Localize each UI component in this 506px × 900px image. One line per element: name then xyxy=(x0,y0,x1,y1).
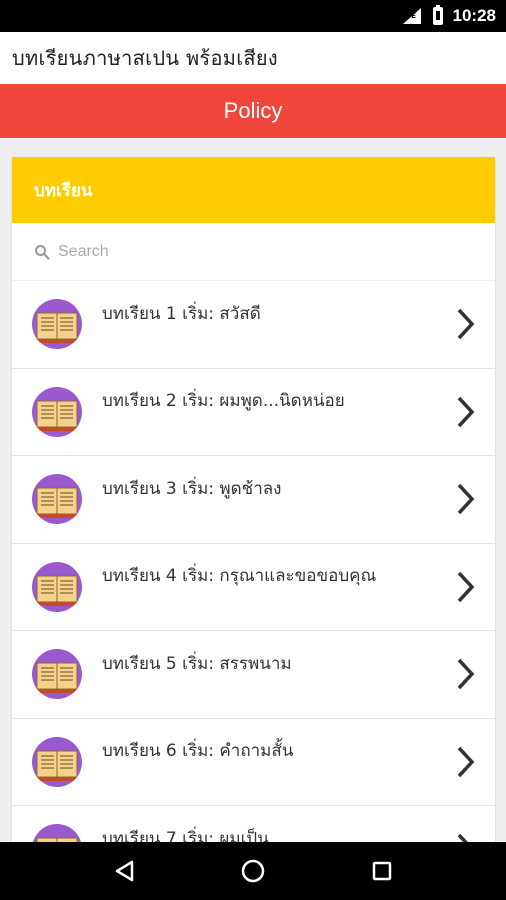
lesson-item-2[interactable]: บทเรียน 2 เริ่ม: ผมพูด...นิดหน่อย xyxy=(12,369,495,456)
policy-button[interactable]: Policy xyxy=(0,84,506,138)
app-title: บทเรียนภาษาสเปน พร้อมเสียง xyxy=(12,46,278,70)
book-icon xyxy=(32,386,82,437)
app-title-bar: บทเรียนภาษาสเปน พร้อมเสียง xyxy=(0,32,506,84)
battery-icon xyxy=(432,5,443,25)
lessons-card: บทเรียน บทเรียน 1 เริ่ม: สวัสดี บทเรียน … xyxy=(12,157,495,857)
lesson-label: บทเรียน 3 เริ่ม: พูดช้าลง xyxy=(102,478,282,499)
search-icon xyxy=(35,244,50,260)
book-icon xyxy=(32,561,82,612)
lesson-label: บทเรียน 6 เริ่ม: คำถามสั้น xyxy=(102,741,294,762)
lesson-label: บทเรียน 5 เริ่ม: สรรพนาม xyxy=(102,653,292,674)
search-bar[interactable] xyxy=(12,223,495,281)
lesson-item-3[interactable]: บทเรียน 3 เริ่ม: พูดช้าลง xyxy=(12,456,495,544)
search-input[interactable] xyxy=(58,242,358,261)
recents-icon xyxy=(372,861,391,881)
chevron-right-icon xyxy=(457,659,475,690)
lesson-item-4[interactable]: บทเรียน 4 เริ่ม: กรุณาและขอขอบคุณ xyxy=(12,544,495,631)
card-header: บทเรียน xyxy=(12,157,495,223)
lesson-label: บทเรียน 2 เริ่ม: ผมพูด...นิดหน่อย xyxy=(102,391,345,412)
navigation-bar xyxy=(0,842,506,900)
lesson-item-6[interactable]: บทเรียน 6 เริ่ม: คำถามสั้น xyxy=(12,719,495,806)
lesson-label: บทเรียน 1 เริ่ม: สวัสดี xyxy=(102,303,261,324)
lesson-list: บทเรียน 1 เริ่ม: สวัสดี บทเรียน 2 เริ่ม:… xyxy=(12,281,495,857)
chevron-right-icon xyxy=(457,746,475,777)
card-header-title: บทเรียน xyxy=(34,180,93,201)
chevron-right-icon xyxy=(457,484,475,515)
signal-icon: LTE xyxy=(401,7,423,25)
lesson-label: บทเรียน 4 เริ่ม: กรุณาและขอขอบคุณ xyxy=(102,566,377,587)
status-time: 10:28 xyxy=(452,6,496,25)
home-icon xyxy=(241,859,265,883)
chevron-right-icon xyxy=(457,309,475,340)
chevron-right-icon xyxy=(457,396,475,427)
back-button[interactable] xyxy=(104,851,144,891)
book-icon xyxy=(32,736,82,787)
recents-button[interactable] xyxy=(362,851,402,891)
svg-text:LTE: LTE xyxy=(403,12,416,20)
lesson-item-5[interactable]: บทเรียน 5 เริ่ม: สรรพนาม xyxy=(12,631,495,719)
book-icon xyxy=(32,299,82,350)
home-button[interactable] xyxy=(233,851,273,891)
book-icon xyxy=(32,649,82,700)
chevron-right-icon xyxy=(457,571,475,602)
status-bar: LTE 10:28 xyxy=(0,0,506,32)
book-icon xyxy=(32,474,82,525)
back-icon xyxy=(116,860,134,882)
lesson-item-1[interactable]: บทเรียน 1 เริ่ม: สวัสดี xyxy=(12,281,495,369)
policy-label: Policy xyxy=(223,98,283,123)
